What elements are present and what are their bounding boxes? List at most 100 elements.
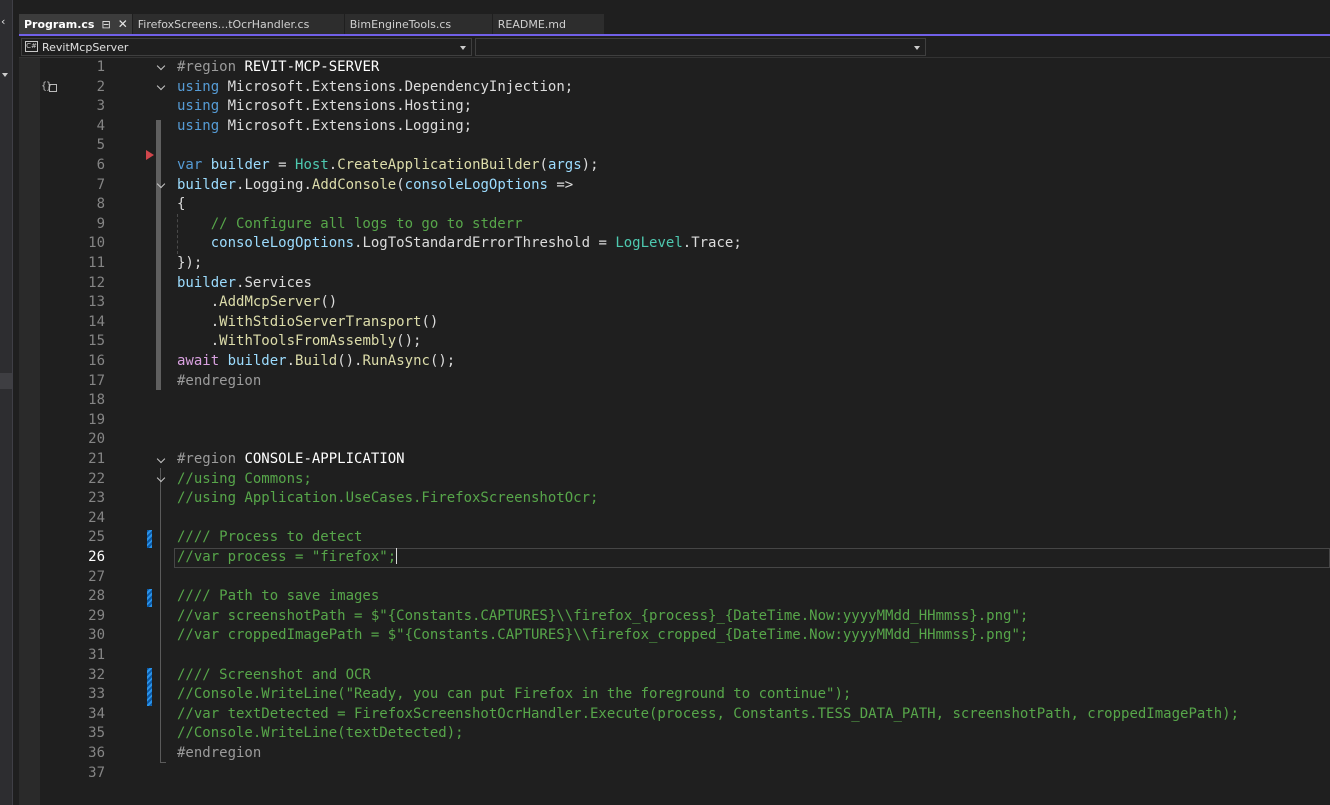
chevron-down-icon <box>914 46 920 50</box>
collapse-block-icon[interactable] <box>156 82 166 92</box>
line-number: 5 <box>96 137 105 154</box>
line-number: 19 <box>88 411 105 428</box>
fold-guide <box>160 468 161 763</box>
line-number: 33 <box>88 686 105 703</box>
entry-point-arrow-icon <box>146 150 154 160</box>
code-line-11: }); <box>177 255 203 271</box>
line-number: 27 <box>88 568 105 585</box>
code-line-14: .WithStdioServerTransport() <box>210 313 439 330</box>
line-number: 30 <box>88 627 105 644</box>
line-number: 35 <box>88 725 105 742</box>
code-line-34: //var textDetected = FirefoxScreenshotOc… <box>177 705 1240 722</box>
line-number: 11 <box>88 255 105 271</box>
line-number: 15 <box>88 333 105 350</box>
code-line-2: using Microsoft.Extensions.DependencyInj… <box>177 78 574 95</box>
code-line-29: //var screenshotPath = $"{Constants.CAPT… <box>177 607 1029 624</box>
line-number: 4 <box>96 117 105 134</box>
line-number: 31 <box>88 647 105 663</box>
fold-guide <box>160 762 166 763</box>
line-number-current: 26 <box>88 549 105 565</box>
dropdown-arrow-icon[interactable] <box>2 73 8 77</box>
collapse-block-icon[interactable] <box>156 474 166 484</box>
line-number: 3 <box>96 98 105 115</box>
csharp-project-icon: C# <box>25 41 38 52</box>
project-name: RevitMcpServer <box>42 41 129 54</box>
code-line-12: builder.Services <box>177 274 312 291</box>
line-number: 24 <box>88 509 105 526</box>
scroll-marker <box>0 373 12 389</box>
line-number: 36 <box>88 745 105 761</box>
collapse-region-icon[interactable] <box>156 455 166 465</box>
code-line-3: using Microsoft.Extensions.Hosting; <box>177 98 473 115</box>
line-number: 6 <box>96 157 105 173</box>
line-number: 22 <box>88 470 105 487</box>
line-number: 37 <box>88 764 105 781</box>
line-number: 7 <box>96 176 105 193</box>
collapse-region-icon[interactable] <box>156 62 166 72</box>
code-line-21: #region CONSOLE-APPLICATION <box>177 451 405 467</box>
line-number: 10 <box>88 235 105 252</box>
line-number: 17 <box>88 372 105 389</box>
line-number: 16 <box>88 353 105 369</box>
code-line-1: #region REVIT-MCP-SERVER <box>177 59 380 75</box>
code-line-10: consoleLogOptions.LogToStandardErrorThre… <box>210 235 742 252</box>
chevron-down-icon <box>460 46 466 50</box>
document-tab-strip: Program.cs ⊟ ✕ FirefoxScreens...tOcrHand… <box>19 14 1330 36</box>
code-line-28: //// Path to save images <box>177 588 380 605</box>
collapse-block-icon[interactable] <box>156 180 166 190</box>
line-number: 12 <box>88 274 105 291</box>
line-number: 1 <box>96 59 105 75</box>
line-number: 25 <box>88 529 105 546</box>
text-caret <box>396 548 398 564</box>
project-dropdown[interactable]: C# RevitMcpServer <box>21 38 472 56</box>
line-number: 21 <box>88 451 105 467</box>
line-number: 23 <box>88 490 105 507</box>
code-line-6: var builder = Host.CreateApplicationBuil… <box>177 157 599 173</box>
line-number: 29 <box>88 607 105 624</box>
region-highlight-bar <box>156 120 161 390</box>
indicator-margin <box>19 58 40 805</box>
code-line-7: builder.Logging.AddConsole(consoleLogOpt… <box>177 176 574 193</box>
code-line-32: //// Screenshot and OCR <box>177 666 371 683</box>
code-line-15: .WithToolsFromAssembly(); <box>210 333 422 350</box>
code-line-30: //var croppedImagePath = $"{Constants.CA… <box>177 627 1029 644</box>
code-line-23: //using Application.UseCases.FirefoxScre… <box>177 490 599 507</box>
line-number: 14 <box>88 313 105 330</box>
change-marker <box>147 668 152 706</box>
code-line-26: //var process = "firefox"; <box>177 548 398 565</box>
member-dropdown[interactable] <box>475 38 926 56</box>
tab-label: FirefoxScreens...tOcrHandler.cs <box>137 17 310 31</box>
line-number: 9 <box>96 215 105 232</box>
code-line-35: //Console.WriteLine(textDetected); <box>177 725 464 742</box>
code-line-33: //Console.WriteLine("Ready, you can put … <box>177 686 852 703</box>
left-tool-strip: ‹ <box>0 0 13 805</box>
line-number: 2 <box>96 78 105 95</box>
tab-firefox-screenshot-handler[interactable]: FirefoxScreens...tOcrHandler.cs <box>132 14 345 34</box>
line-number: 28 <box>88 588 105 605</box>
line-number: 34 <box>88 705 105 722</box>
tab-readme[interactable]: README.md <box>492 14 605 34</box>
navigation-bar: C# RevitMcpServer <box>19 37 1330 58</box>
code-line-25: //// Process to detect <box>177 529 363 546</box>
collapse-chevron-icon[interactable]: ‹ <box>1 15 5 28</box>
code-line-16: await builder.Build().RunAsync(); <box>177 353 456 369</box>
tab-label: Program.cs <box>24 17 95 31</box>
tab-label: BimEngineTools.cs <box>349 17 452 31</box>
code-line-36: #endregion <box>177 745 262 761</box>
tab-bim-engine-tools[interactable]: BimEngineTools.cs <box>344 14 493 34</box>
code-line-8: { <box>177 196 186 213</box>
code-editor[interactable]: {} 1 2 3 4 5 6 7 8 9 10 11 12 13 14 15 1… <box>19 58 1330 805</box>
tab-program-cs[interactable]: Program.cs ⊟ ✕ <box>19 14 133 34</box>
code-line-17: #endregion <box>177 372 262 389</box>
line-number: 18 <box>88 392 105 409</box>
pin-icon[interactable]: ⊟ <box>101 18 110 31</box>
code-line-22: //using Commons; <box>177 470 312 487</box>
close-icon[interactable]: ✕ <box>118 17 128 31</box>
code-line-4: using Microsoft.Extensions.Logging; <box>177 117 473 134</box>
line-number: 20 <box>88 431 105 448</box>
line-number: 13 <box>88 294 105 311</box>
code-line-13: .AddMcpServer() <box>210 294 338 311</box>
code-lens-icon[interactable]: {} <box>41 81 59 92</box>
change-marker <box>147 589 152 607</box>
change-marker <box>147 530 152 548</box>
